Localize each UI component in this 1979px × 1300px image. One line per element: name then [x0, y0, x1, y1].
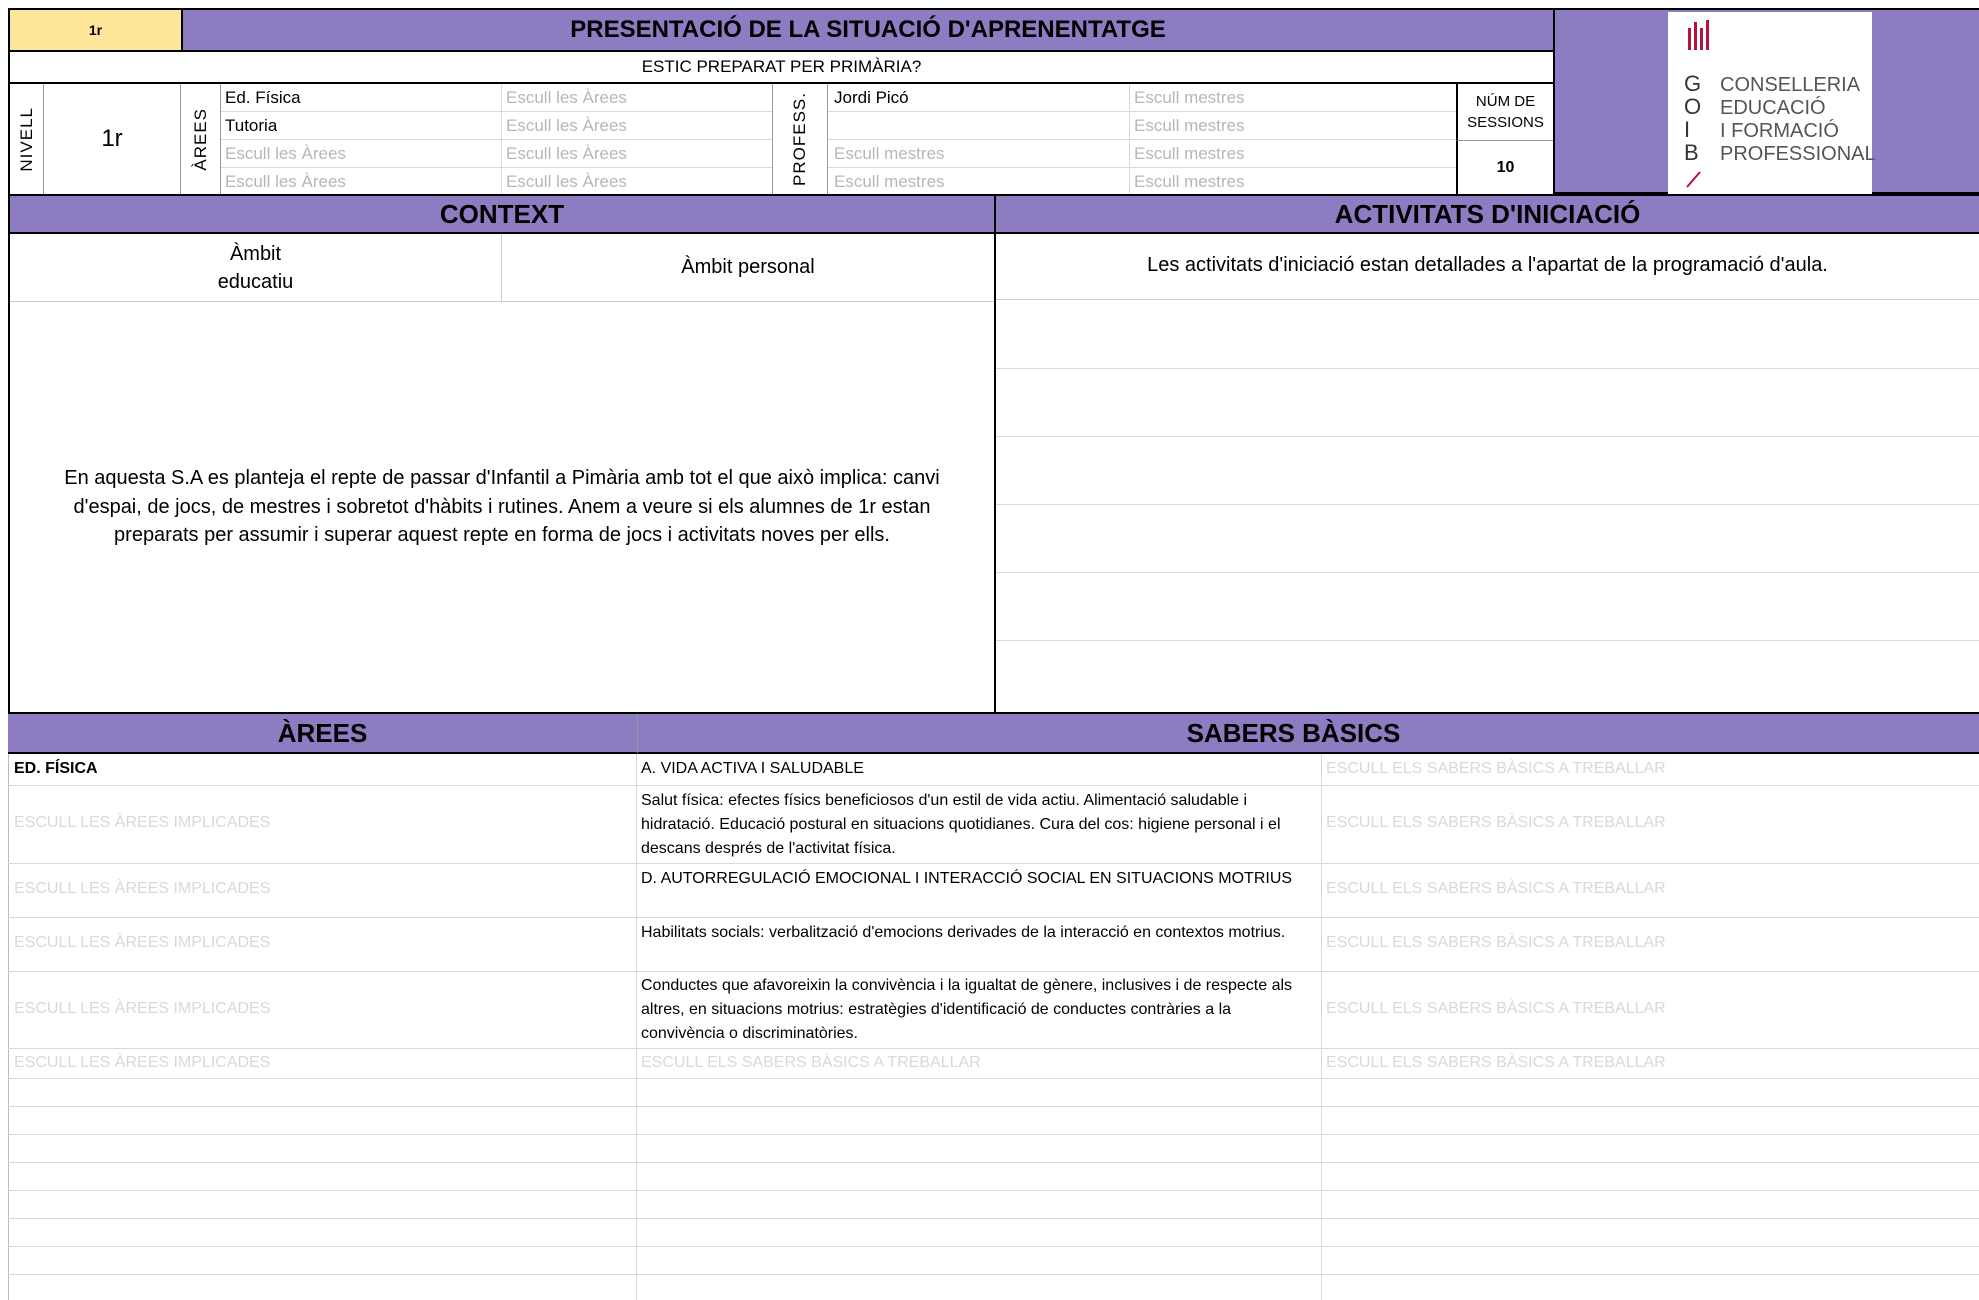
level-badge[interactable]: 1r — [8, 8, 183, 52]
table-row: ESCULL LES ÀREES IMPLICADES D. AUTORREGU… — [8, 864, 1979, 917]
area-cell-1b[interactable]: Escull les Àrees — [506, 87, 627, 108]
logo-line-4: PROFESSIONAL — [1720, 143, 1876, 165]
level-badge-text: 1r — [88, 22, 103, 38]
page-title-text: PRESENTACIÓ DE LA SITUACIÓ D'APRENENTATG… — [570, 16, 1166, 43]
mestre-cell-2b[interactable]: Escull mestres — [1134, 115, 1245, 136]
saber-placeholder-cell[interactable]: ESCULL ELS SABERS BÀSICS A TREBALLAR — [1326, 760, 1666, 778]
logo-line-1: CONSELLERIA — [1720, 74, 1861, 96]
mestre-cell-4b[interactable]: Escull mestres — [1134, 171, 1245, 192]
logo-letter-b: B — [1684, 140, 1699, 165]
saber-placeholder-cell[interactable]: ESCULL ELS SABERS BÀSICS A TREBALLAR — [1326, 880, 1666, 898]
saber-cell[interactable]: Salut física: efectes físics beneficioso… — [641, 789, 1317, 861]
saber-placeholder-cell[interactable]: ESCULL ELS SABERS BÀSICS A TREBALLAR — [641, 1054, 981, 1072]
ambit-educatiu[interactable]: Àmbit educatiu — [10, 234, 502, 302]
context-header: CONTEXT — [8, 194, 996, 234]
sessions-value[interactable]: 10 — [1456, 141, 1553, 194]
saber-cell[interactable]: Habilitats socials: verbalització d'emoc… — [641, 921, 1317, 945]
nivell-label: NIVELL — [10, 84, 44, 194]
saber-placeholder-cell[interactable]: ESCULL ELS SABERS BÀSICS A TREBALLAR — [1326, 1054, 1666, 1072]
activitats-header: ACTIVITATS D'INICIACIÓ — [994, 194, 1979, 234]
saber-cell[interactable]: Conductes que afavoreixin la convivència… — [641, 974, 1317, 1046]
ambit-personal[interactable]: Àmbit personal — [502, 234, 994, 302]
goib-mark-icon — [1688, 20, 1709, 50]
page-title: PRESENTACIÓ DE LA SITUACIÓ D'APRENENTATG… — [181, 8, 1555, 52]
profess-label: PROFESS. — [772, 84, 828, 194]
table-row: ESCULL LES ÀREES IMPLICADES ESCULL ELS S… — [8, 1049, 1979, 1078]
saber-cell[interactable]: D. AUTORREGULACIÓ EMOCIONAL I INTERACCIÓ… — [641, 867, 1317, 891]
area-cell-4b[interactable]: Escull les Àrees — [506, 171, 627, 192]
nivell-value[interactable]: 1r — [44, 84, 181, 194]
spreadsheet-page: 1r PRESENTACIÓ DE LA SITUACIÓ D'APRENENT… — [0, 0, 1979, 1300]
table-row: ESCULL LES ÀREES IMPLICADES Conductes qu… — [8, 972, 1979, 1048]
area-cell[interactable]: ESCULL LES ÀREES IMPLICADES — [14, 1000, 270, 1018]
saber-placeholder-cell[interactable]: ESCULL ELS SABERS BÀSICS A TREBALLAR — [1326, 934, 1666, 952]
table-row: ESCULL LES ÀREES IMPLICADES Salut física… — [8, 786, 1979, 863]
mestre-cell-3b[interactable]: Escull mestres — [1134, 143, 1245, 164]
arees-label: ÀREES — [181, 84, 221, 194]
area-cell-3a[interactable]: Escull les Àrees — [225, 143, 346, 164]
area-cell[interactable]: ESCULL LES ÀREES IMPLICADES — [14, 814, 270, 832]
saber-placeholder-cell[interactable]: ESCULL ELS SABERS BÀSICS A TREBALLAR — [1326, 1000, 1666, 1018]
area-cell[interactable]: ED. FÍSICA — [14, 760, 98, 778]
logo-line-2: EDUCACIÓ — [1720, 97, 1826, 119]
saber-cell[interactable]: A. VIDA ACTIVA I SALUDABLE — [641, 760, 864, 778]
activitats-body: Les activitats d'iniciació estan detalla… — [994, 232, 1979, 714]
area-cell[interactable]: ESCULL LES ÀREES IMPLICADES — [14, 880, 270, 898]
saber-placeholder-cell[interactable]: ESCULL ELS SABERS BÀSICS A TREBALLAR — [1326, 814, 1666, 832]
mestre-cell-1b[interactable]: Escull mestres — [1134, 87, 1245, 108]
goib-logo: G O I B CONSELLERIA EDUCACIÓ I FORMACIÓ … — [1668, 12, 1876, 194]
sessions-label: NÚM DE SESSIONS — [1456, 84, 1553, 141]
area-cell-1a[interactable]: Ed. Física — [225, 87, 301, 108]
mestre-cell-1a[interactable]: Jordi Picó — [834, 87, 909, 108]
logo-letter-i: I — [1684, 117, 1691, 142]
mestre-cell-3a[interactable]: Escull mestres — [834, 143, 945, 164]
area-cell-2b[interactable]: Escull les Àrees — [506, 115, 627, 136]
arees-header: ÀREES — [8, 714, 638, 754]
subtitle-text: ESTIC PREPARAT PER PRIMÀRIA? — [641, 57, 922, 76]
table-row: ED. FÍSICA A. VIDA ACTIVA I SALUDABLE ES… — [8, 754, 1979, 785]
mestres-grid: Jordi Picó Escull mestres Escull mestres… — [828, 84, 1456, 194]
area-cell-4a[interactable]: Escull les Àrees — [225, 171, 346, 192]
table-row: ESCULL LES ÀREES IMPLICADES Habilitats s… — [8, 918, 1979, 971]
area-cell-3b[interactable]: Escull les Àrees — [506, 143, 627, 164]
context-text[interactable]: En aquesta S.A es planteja el repte de p… — [10, 302, 994, 712]
logo-letter-g: G — [1684, 71, 1702, 96]
mestre-cell-4a[interactable]: Escull mestres — [834, 171, 945, 192]
logo-letter-o: O — [1684, 94, 1702, 119]
area-cell[interactable]: ESCULL LES ÀREES IMPLICADES — [14, 1054, 270, 1072]
arees-grid: Ed. Física Escull les Àrees Tutoria Escu… — [221, 84, 772, 194]
area-cell[interactable]: ESCULL LES ÀREES IMPLICADES — [14, 934, 270, 952]
logo-line-3: I FORMACIÓ — [1720, 120, 1839, 142]
area-cell-2a[interactable]: Tutoria — [225, 115, 277, 136]
sabers-header: SABERS BÀSICS — [638, 714, 1979, 754]
activitats-text[interactable]: Les activitats d'iniciació estan detalla… — [996, 232, 1979, 300]
subtitle-bar: ESTIC PREPARAT PER PRIMÀRIA? — [8, 50, 1555, 84]
logo-slash-icon — [1686, 171, 1701, 188]
